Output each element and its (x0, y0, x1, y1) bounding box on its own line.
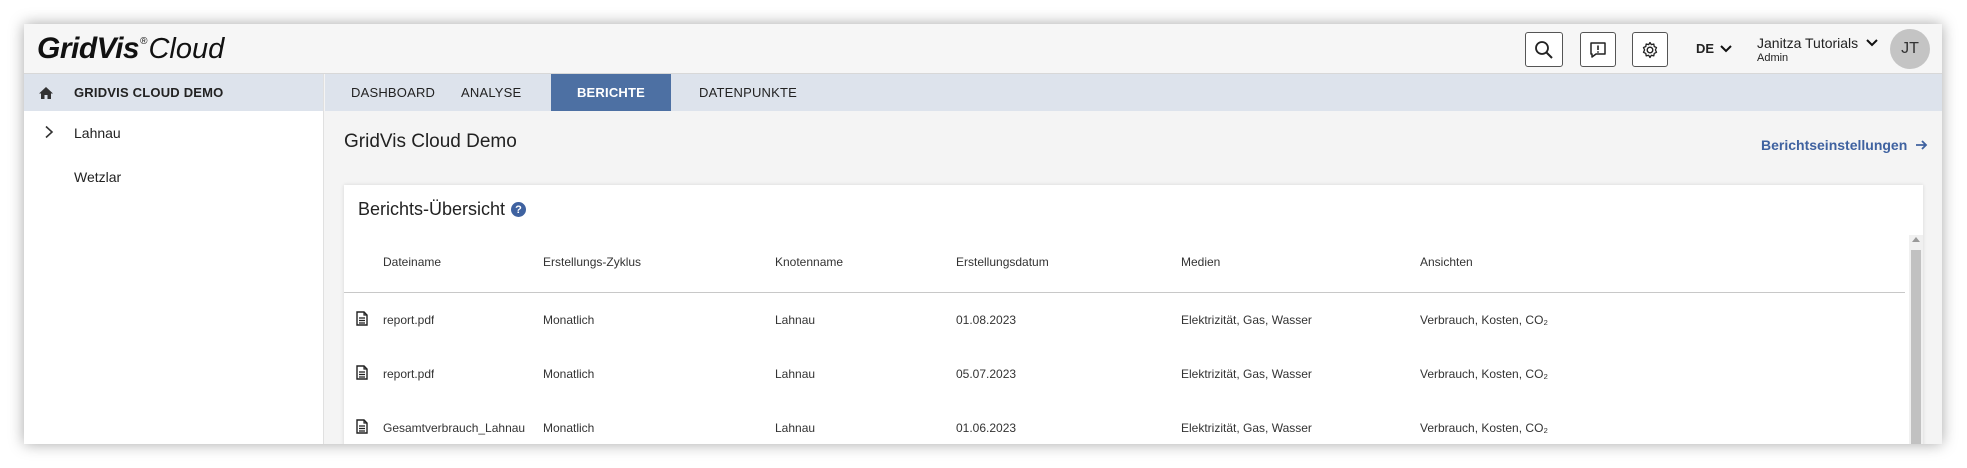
chevron-down-icon (1866, 39, 1878, 47)
table-row[interactable]: report.pdf Monatlich Lahnau 01.08.2023 E… (344, 293, 1905, 347)
document-icon[interactable] (356, 419, 368, 434)
sidebar: GRIDVIS CLOUD DEMO Lahnau Wetzlar (24, 74, 324, 444)
column-header-media[interactable]: Medien (1181, 255, 1220, 269)
sidebar-item-label: Lahnau (74, 125, 121, 141)
top-header: GridVis ® Cloud DE Janitza Tutorials Adm… (24, 24, 1942, 74)
user-role: Admin (1757, 52, 1789, 64)
tab-dashboard[interactable]: DASHBOARD (325, 74, 461, 111)
feedback-button[interactable] (1580, 32, 1616, 67)
cell-views: Verbrauch, Kosten, CO₂ (1420, 367, 1549, 381)
column-header-cycle[interactable]: Erstellungs-Zyklus (543, 255, 641, 269)
cell-cycle: Monatlich (543, 313, 595, 327)
document-icon[interactable] (356, 365, 368, 380)
page-title: GridVis Cloud Demo (344, 131, 517, 152)
cell-node: Lahnau (775, 367, 816, 381)
document-icon[interactable] (356, 311, 368, 326)
tab-berichte[interactable]: BERICHTE (551, 74, 671, 111)
cell-media: Elektrizität, Gas, Wasser (1181, 421, 1312, 435)
table-header: Dateiname Erstellungs-Zyklus Knotenname … (344, 235, 1905, 293)
main-content: GridVis Cloud Demo Berichtseinstellungen… (325, 111, 1942, 444)
cell-cycle: Monatlich (543, 367, 595, 381)
logo-registered: ® (140, 36, 148, 47)
help-icon[interactable]: ? (511, 202, 527, 217)
report-settings-link[interactable]: Berichtseinstellungen (1761, 137, 1928, 153)
tab-datenpunkte[interactable]: DATENPUNKTE (671, 74, 831, 111)
cell-views: Verbrauch, Kosten, CO₂ (1420, 313, 1549, 327)
logo-text-light: Cloud (148, 33, 225, 65)
sidebar-item-wetzlar[interactable]: Wetzlar (24, 155, 323, 199)
app-window: GridVis ® Cloud DE Janitza Tutorials Adm… (24, 24, 1942, 444)
sidebar-root-item[interactable]: GRIDVIS CLOUD DEMO (24, 74, 323, 111)
cell-filename: report.pdf (383, 367, 435, 381)
sidebar-item-label: Wetzlar (74, 169, 122, 185)
avatar[interactable]: JT (1890, 29, 1930, 69)
cell-media: Elektrizität, Gas, Wasser (1181, 313, 1312, 327)
cell-cycle: Monatlich (543, 421, 595, 435)
column-header-views[interactable]: Ansichten (1420, 255, 1473, 269)
cell-date: 01.06.2023 (956, 421, 1017, 435)
gear-icon (1642, 41, 1658, 58)
cell-filename: Gesamtverbrauch_Lahnau (383, 421, 526, 435)
chevron-down-icon (1720, 44, 1732, 52)
cell-media: Elektrizität, Gas, Wasser (1181, 367, 1312, 381)
cell-filename: report.pdf (383, 313, 435, 327)
table-scrollbar[interactable] (1909, 235, 1923, 444)
cell-date: 05.07.2023 (956, 367, 1017, 381)
table-row[interactable]: Gesamtverbrauch_Lahnau Monatlich Lahnau … (344, 401, 1905, 444)
cell-node: Lahnau (775, 421, 816, 435)
home-icon (39, 86, 53, 99)
card-title: Berichts-Übersicht ? (358, 199, 527, 220)
tab-analyse[interactable]: ANALYSE (461, 74, 551, 111)
report-overview-card: Berichts-Übersicht ? Dateiname Erstellun… (344, 185, 1923, 444)
cell-date: 01.08.2023 (956, 313, 1017, 327)
user-name: Janitza Tutorials (1757, 35, 1859, 51)
search-button[interactable] (1525, 32, 1563, 67)
language-selector[interactable]: DE (1696, 41, 1732, 56)
search-icon (1535, 40, 1553, 59)
card-title-text: Berichts-Übersicht (358, 199, 506, 219)
scrollbar-thumb[interactable] (1911, 250, 1921, 444)
app-logo[interactable]: GridVis ® Cloud (37, 32, 224, 66)
report-table: Dateiname Erstellungs-Zyklus Knotenname … (344, 235, 1905, 444)
column-header-date[interactable]: Erstellungsdatum (956, 255, 1049, 269)
logo-text-bold: GridVis (37, 32, 140, 65)
cell-views: Verbrauch, Kosten, CO₂ (1420, 421, 1549, 435)
chevron-right-icon[interactable] (44, 125, 54, 139)
feedback-icon (1590, 41, 1606, 58)
sidebar-root-label: GRIDVIS CLOUD DEMO (74, 85, 224, 100)
scroll-up-icon[interactable] (1912, 237, 1920, 242)
sidebar-item-lahnau[interactable]: Lahnau (24, 111, 323, 155)
report-settings-label: Berichtseinstellungen (1761, 137, 1908, 153)
column-header-filename[interactable]: Dateiname (383, 255, 441, 269)
arrow-right-icon (1916, 140, 1928, 150)
language-label: DE (1696, 41, 1715, 56)
cell-node: Lahnau (775, 313, 816, 327)
table-row[interactable]: report.pdf Monatlich Lahnau 05.07.2023 E… (344, 347, 1905, 401)
user-menu[interactable]: Janitza Tutorials Admin (1757, 35, 1878, 64)
column-header-node[interactable]: Knotenname (775, 255, 843, 269)
main-tabs: DASHBOARD ANALYSE BERICHTE DATENPUNKTE (325, 74, 1942, 111)
settings-button[interactable] (1632, 32, 1668, 67)
